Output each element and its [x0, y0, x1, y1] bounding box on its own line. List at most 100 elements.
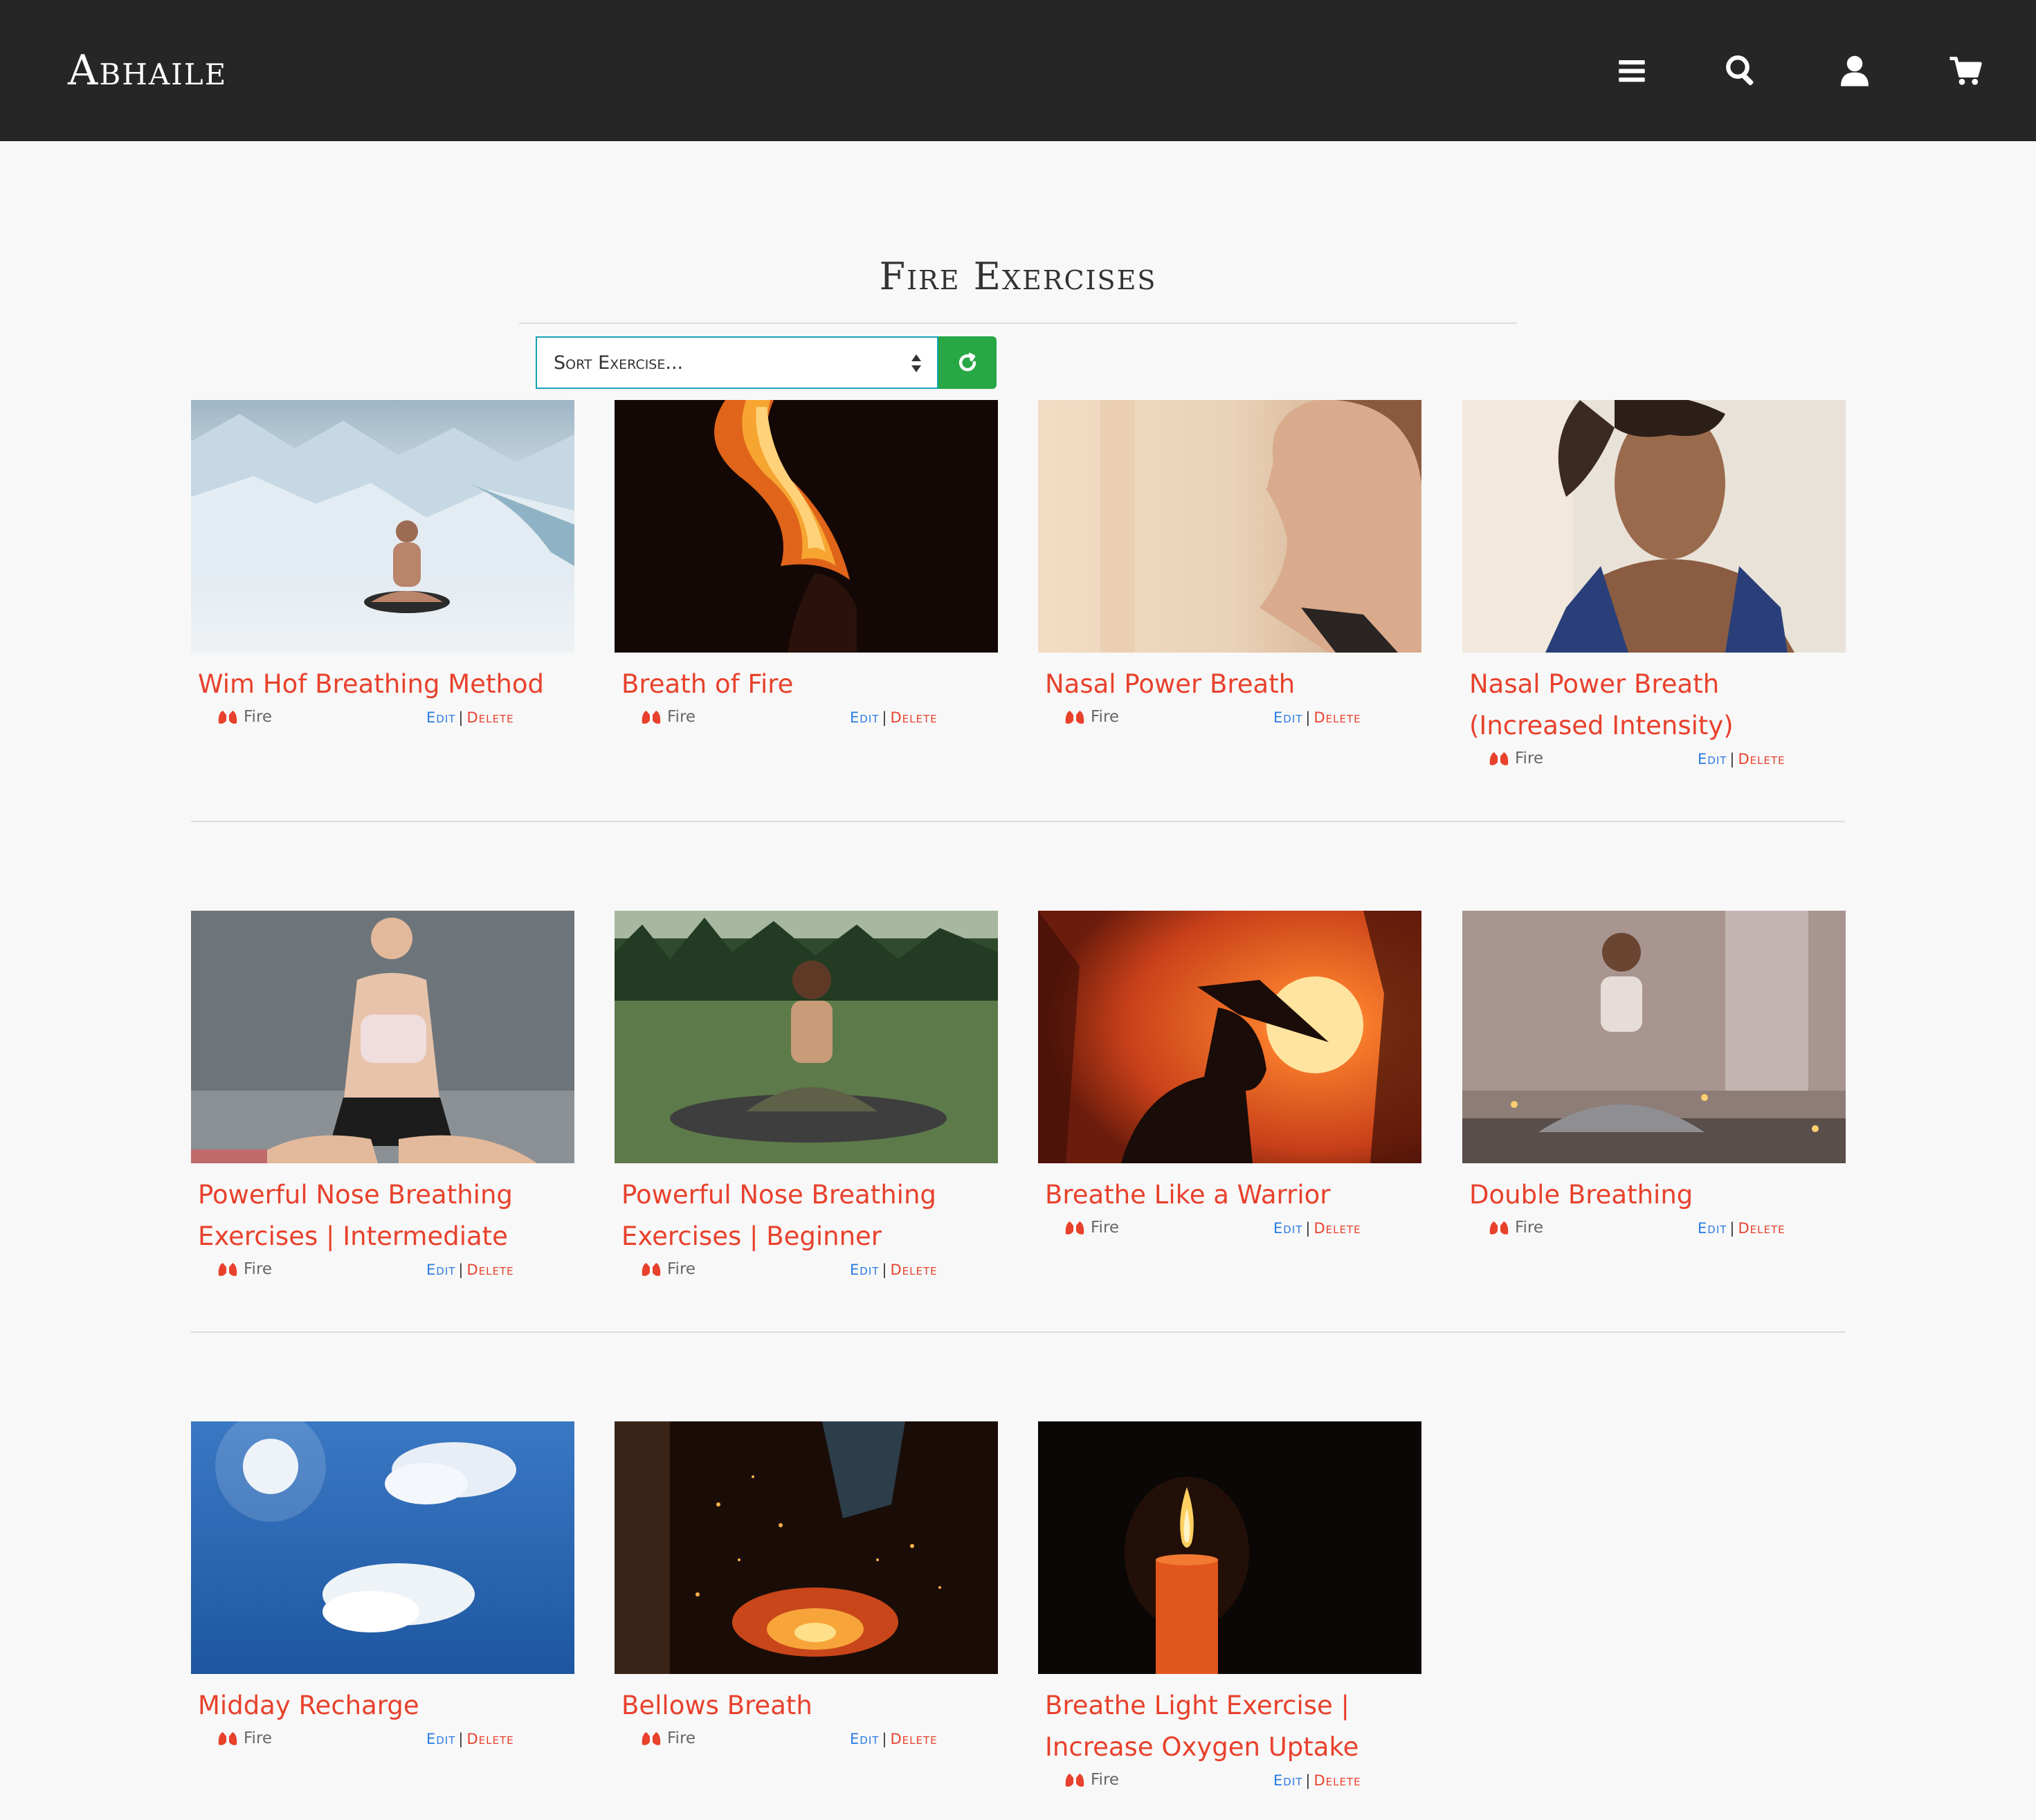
category-label: Fire	[217, 1260, 272, 1278]
exercise-meta: Fire Edit | Delete	[1038, 708, 1421, 738]
exercise-image-park-meditation[interactable]	[615, 911, 998, 1163]
exercise-image-candle-meditation[interactable]	[1462, 911, 1846, 1163]
row-divider	[191, 1331, 1845, 1333]
sort-select-value: Sort Exercise...	[554, 352, 684, 374]
card-actions: Edit | Delete	[1273, 1220, 1361, 1237]
lungs-icon	[218, 1262, 237, 1276]
exercise-image-ice-meditation[interactable]	[191, 400, 574, 653]
action-separator: |	[458, 1262, 464, 1278]
edit-link[interactable]: Edit	[1273, 1772, 1302, 1789]
delete-link[interactable]: Delete	[1738, 1220, 1785, 1237]
exercise-title[interactable]: Breathe Like a Warrior	[1045, 1174, 1405, 1216]
lungs-icon	[642, 1731, 661, 1745]
action-separator: |	[458, 1731, 464, 1747]
edit-link[interactable]: Edit	[426, 709, 455, 726]
card-actions: Edit | Delete	[1698, 1220, 1785, 1237]
exercise-title[interactable]: Nasal Power Breath	[1045, 664, 1405, 705]
exercise-card: Double Breathing Fire Edit | Delete	[1462, 911, 1846, 1249]
lungs-icon	[642, 709, 661, 724]
lungs-icon	[218, 709, 237, 724]
page-title: Fire Exercises	[879, 255, 1157, 298]
category-text: Fire	[1091, 1771, 1120, 1789]
exercise-card: Wim Hof Breathing Method Fire Edit | Delet…	[191, 400, 574, 738]
edit-link[interactable]: Edit	[1273, 709, 1302, 726]
card-actions: Edit | Delete	[850, 1262, 938, 1278]
action-separator: |	[1729, 751, 1736, 767]
exercise-card: Nasal Power Breath (Increased Intensity)…	[1462, 400, 1846, 780]
exercise-image-woman-profile[interactable]	[1038, 400, 1421, 653]
exercise-image-bellows-fire[interactable]	[615, 1421, 998, 1674]
cart-icon[interactable]	[1943, 48, 1988, 93]
exercise-meta: Fire Edit | Delete	[615, 1729, 998, 1760]
exercise-title[interactable]: Bellows Breath	[621, 1685, 981, 1727]
lungs-icon	[218, 1731, 237, 1745]
category-text: Fire	[1091, 708, 1120, 726]
exercise-title[interactable]: Nasal Power Breath (Increased Intensity)	[1469, 664, 1829, 747]
user-icon[interactable]	[1833, 48, 1877, 93]
category-label: Fire	[1489, 749, 1543, 767]
delete-link[interactable]: Delete	[466, 1731, 513, 1747]
category-text: Fire	[667, 1729, 696, 1747]
exercise-title[interactable]: Powerful Nose Breathing Exercises | Inte…	[198, 1174, 558, 1257]
exercise-meta: Fire Edit | Delete	[615, 1260, 998, 1291]
edit-link[interactable]: Edit	[850, 1731, 879, 1747]
category-text: Fire	[244, 708, 273, 726]
category-text: Fire	[244, 1729, 273, 1747]
exercise-image-sky-clouds[interactable]	[191, 1421, 574, 1674]
menu-icon[interactable]	[1610, 48, 1654, 93]
exercise-card: Midday Recharge Fire Edit | Delete	[191, 1421, 574, 1760]
edit-link[interactable]: Edit	[850, 1262, 879, 1278]
category-label: Fire	[641, 1729, 696, 1747]
delete-link[interactable]: Delete	[1314, 709, 1361, 726]
row-divider	[191, 821, 1845, 822]
edit-link[interactable]: Edit	[1698, 751, 1727, 767]
exercise-image-sunset-warrior[interactable]	[1038, 911, 1421, 1163]
exercise-image-prayer-pose[interactable]	[191, 911, 574, 1163]
exercise-image-fire-breather[interactable]	[615, 400, 998, 653]
exercise-title[interactable]: Midday Recharge	[198, 1685, 558, 1727]
exercise-image-candle[interactable]	[1038, 1421, 1421, 1674]
edit-link[interactable]: Edit	[1273, 1220, 1302, 1237]
delete-link[interactable]: Delete	[890, 1262, 937, 1278]
category-label: Fire	[1064, 1219, 1119, 1237]
exercise-title[interactable]: Breathe Light Exercise | Increase Oxygen…	[1045, 1685, 1405, 1768]
exercise-title[interactable]: Wim Hof Breathing Method	[198, 664, 558, 705]
action-separator: |	[882, 1262, 888, 1278]
lungs-icon	[642, 1262, 661, 1276]
category-label: Fire	[217, 1729, 272, 1747]
exercise-card: Powerful Nose Breathing Exercises | Inte…	[191, 911, 574, 1291]
delete-link[interactable]: Delete	[1314, 1220, 1361, 1237]
category-label: Fire	[1064, 1771, 1119, 1789]
edit-link[interactable]: Edit	[1698, 1220, 1727, 1237]
card-actions: Edit | Delete	[1698, 751, 1785, 767]
card-actions: Edit | Delete	[426, 1731, 514, 1747]
delete-link[interactable]: Delete	[466, 709, 513, 726]
category-text: Fire	[1515, 1219, 1544, 1237]
exercise-title[interactable]: Powerful Nose Breathing Exercises | Begi…	[621, 1174, 981, 1257]
category-label: Fire	[1064, 708, 1119, 726]
edit-link[interactable]: Edit	[426, 1262, 455, 1278]
action-separator: |	[1305, 1220, 1311, 1237]
exercise-meta: Fire Edit | Delete	[191, 1729, 574, 1760]
delete-link[interactable]: Delete	[1738, 751, 1785, 767]
delete-link[interactable]: Delete	[1314, 1772, 1361, 1789]
lungs-icon	[1065, 1220, 1084, 1235]
exercise-title[interactable]: Breath of Fire	[621, 664, 981, 705]
exercise-image-woman-earphones[interactable]	[1462, 400, 1846, 653]
edit-link[interactable]: Edit	[426, 1731, 455, 1747]
delete-link[interactable]: Delete	[890, 709, 937, 726]
action-separator: |	[1305, 1772, 1311, 1789]
delete-link[interactable]: Delete	[466, 1262, 513, 1278]
action-separator: |	[458, 709, 464, 726]
sort-select[interactable]: Sort Exercise...	[536, 336, 938, 389]
search-icon[interactable]	[1719, 48, 1763, 93]
lungs-icon	[1489, 1220, 1509, 1235]
exercise-title[interactable]: Double Breathing	[1469, 1174, 1829, 1216]
category-label: Fire	[1489, 1219, 1543, 1237]
edit-link[interactable]: Edit	[850, 709, 879, 726]
brand-logo[interactable]: Abhaile	[68, 43, 227, 98]
delete-link[interactable]: Delete	[890, 1731, 937, 1747]
card-actions: Edit | Delete	[1273, 1772, 1361, 1789]
sort-caret-icon	[911, 353, 922, 374]
refresh-button[interactable]	[938, 336, 997, 389]
